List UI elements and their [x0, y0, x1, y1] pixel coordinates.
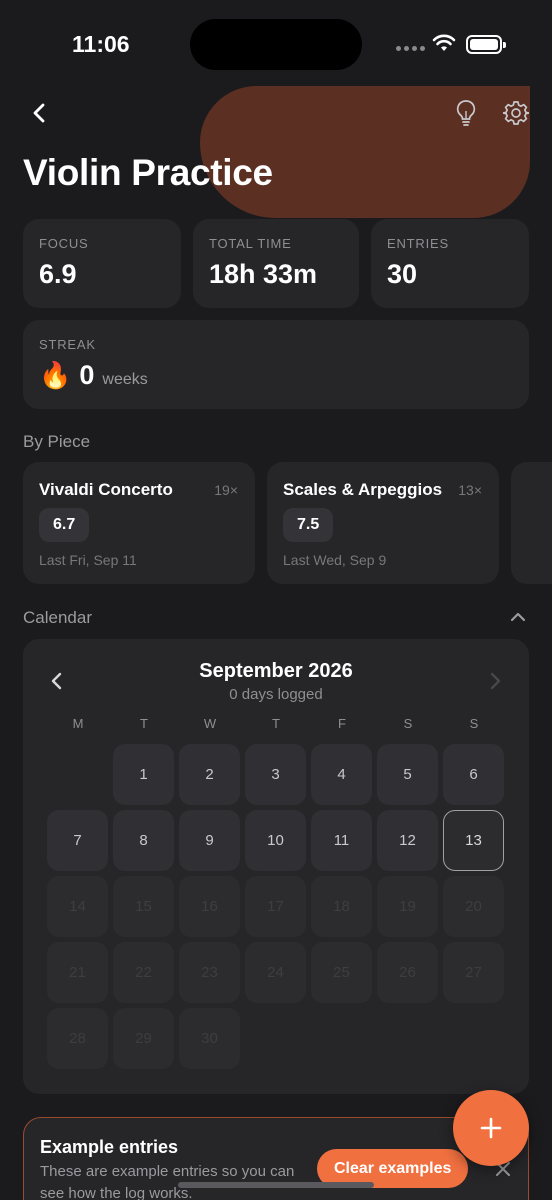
- calendar-day[interactable]: 5: [377, 744, 438, 805]
- next-month-button[interactable]: [483, 669, 507, 693]
- calendar-day: 23: [179, 942, 240, 1003]
- status-time: 11:06: [72, 31, 130, 57]
- calendar-day[interactable]: 6: [443, 744, 504, 805]
- calendar-days-logged: 0 days logged: [229, 686, 323, 703]
- calendar-day: 22: [113, 942, 174, 1003]
- calendar-day: 25: [311, 942, 372, 1003]
- cellular-signal-icon: [396, 46, 425, 51]
- stat-value: 30: [387, 259, 418, 289]
- stat-card-total-time: TOTAL TIME 18h 33m: [193, 219, 359, 308]
- tips-button[interactable]: [449, 96, 483, 130]
- calendar-day[interactable]: 7: [47, 810, 108, 871]
- weekday-label: W: [203, 716, 217, 731]
- chevron-up-icon[interactable]: [508, 609, 528, 625]
- calendar-day: 20: [443, 876, 504, 937]
- piece-count: 19×: [214, 482, 238, 498]
- weekday-label: F: [338, 716, 346, 731]
- streak-unit: weeks: [102, 371, 148, 388]
- piece-name: Vivaldi Concerto: [39, 480, 173, 499]
- calendar-day[interactable]: 10: [245, 810, 306, 871]
- piece-last-date: Last Fri, Sep 11: [39, 552, 137, 568]
- streak-label: STREAK: [39, 337, 96, 352]
- calendar-day-today[interactable]: 13: [443, 810, 504, 871]
- calendar-day[interactable]: 1: [113, 744, 174, 805]
- example-title: Example entries: [40, 1137, 179, 1157]
- calendar-day: 16: [179, 876, 240, 937]
- dynamic-island: [190, 19, 362, 70]
- stat-card-focus: FOCUS 6.9: [23, 219, 181, 308]
- calendar-day[interactable]: 4: [311, 744, 372, 805]
- calendar-day[interactable]: 3: [245, 744, 306, 805]
- calendar-day: 15: [113, 876, 174, 937]
- stat-card-entries: ENTRIES 30: [371, 219, 529, 308]
- page-title: Violin Practice: [23, 152, 273, 193]
- piece-name: Scales & Arpeggios: [283, 480, 443, 499]
- piece-score-badge: 6.7: [39, 508, 90, 542]
- streak-card: STREAK 🔥 0 weeks: [23, 320, 529, 409]
- weekday-label: M: [72, 716, 84, 731]
- home-indicator: [178, 1182, 374, 1188]
- piece-card[interactable]: Vivaldi Concerto 19× 6.7 Last Fri, Sep 1…: [23, 462, 255, 584]
- calendar-day: 30: [179, 1008, 240, 1069]
- calendar-card: September 2026 0 days logged MTWTFSS 123…: [23, 639, 529, 1094]
- stat-label: FOCUS: [39, 236, 89, 251]
- chevron-left-icon: [33, 103, 45, 123]
- calendar-day: 19: [377, 876, 438, 937]
- calendar-day[interactable]: 2: [179, 744, 240, 805]
- fire-icon: 🔥: [39, 360, 72, 390]
- calendar-heading: Calendar: [23, 608, 92, 627]
- plus-icon: [480, 1117, 502, 1139]
- add-entry-button[interactable]: [453, 1090, 529, 1166]
- settings-button[interactable]: [499, 96, 533, 130]
- piece-card[interactable]: Scales & Arpeggios 13× 7.5 Last Wed, Sep…: [267, 462, 499, 584]
- streak-value: 0: [79, 360, 95, 390]
- stat-label: ENTRIES: [387, 236, 449, 251]
- weekday-label: S: [403, 716, 413, 731]
- status-bar: 11:06: [0, 0, 552, 90]
- piece-card-partial[interactable]: [511, 462, 552, 584]
- calendar-day[interactable]: 12: [377, 810, 438, 871]
- battery-icon: [466, 35, 506, 54]
- calendar-day: 26: [377, 942, 438, 1003]
- calendar-day: 29: [113, 1008, 174, 1069]
- weekday-label: T: [272, 716, 280, 731]
- lightbulb-icon: [456, 100, 476, 126]
- calendar-day: 18: [311, 876, 372, 937]
- calendar-day[interactable]: 11: [311, 810, 372, 871]
- calendar-day: 21: [47, 942, 108, 1003]
- calendar-day: 17: [245, 876, 306, 937]
- stat-value: 6.9: [39, 259, 77, 289]
- calendar-day: 24: [245, 942, 306, 1003]
- calendar-day: 14: [47, 876, 108, 937]
- piece-count: 13×: [458, 482, 482, 498]
- stat-label: TOTAL TIME: [209, 236, 292, 251]
- calendar-day[interactable]: 9: [179, 810, 240, 871]
- calendar-day: 28: [47, 1008, 108, 1069]
- piece-last-date: Last Wed, Sep 9: [283, 552, 387, 568]
- calendar-day: 27: [443, 942, 504, 1003]
- stat-value: 18h 33m: [209, 259, 318, 289]
- weekday-label: T: [140, 716, 148, 731]
- weekday-label: S: [469, 716, 479, 731]
- back-button[interactable]: [22, 96, 56, 130]
- calendar-month: September 2026: [199, 660, 353, 682]
- gear-icon: [503, 101, 529, 125]
- piece-score-badge: 7.5: [283, 508, 334, 542]
- calendar-day[interactable]: 8: [113, 810, 174, 871]
- wifi-icon: [432, 34, 456, 51]
- by-piece-heading: By Piece: [23, 432, 91, 451]
- example-description: These are example entries so you can see…: [40, 1163, 295, 1200]
